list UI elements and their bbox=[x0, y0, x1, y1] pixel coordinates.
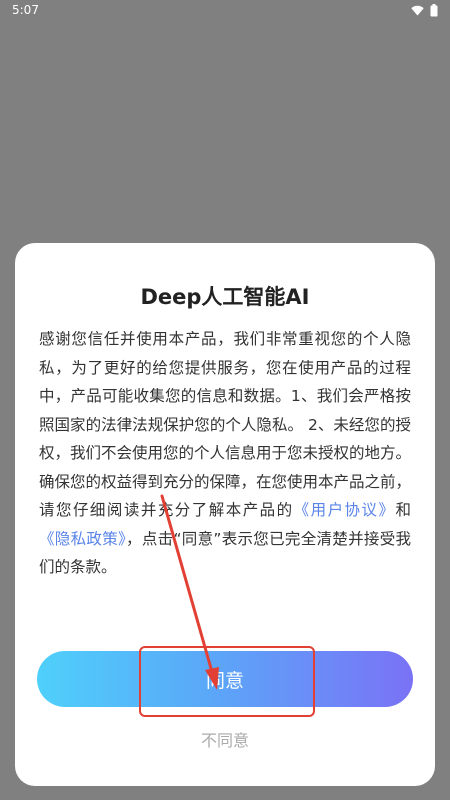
annotation-arrow bbox=[160, 494, 219, 690]
